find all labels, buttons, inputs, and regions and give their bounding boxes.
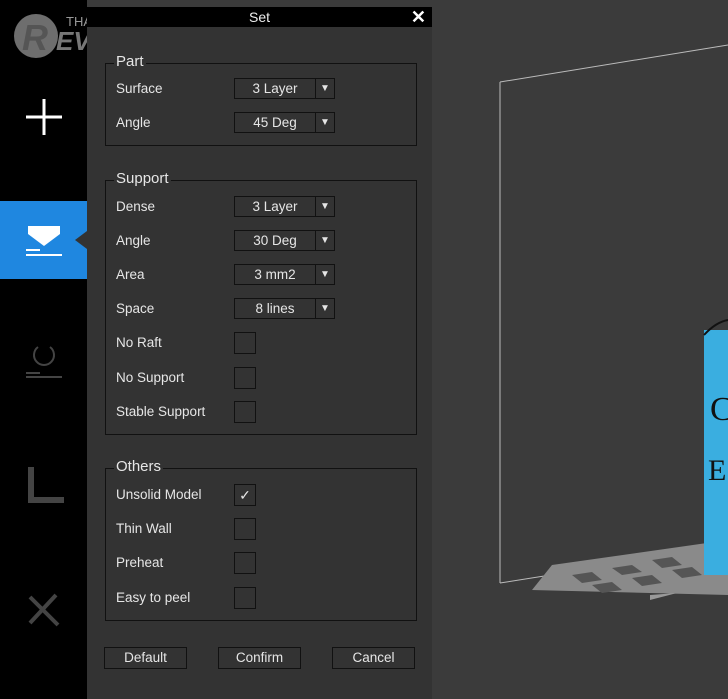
field-label: Angle bbox=[116, 115, 151, 130]
space-select[interactable]: 8 lines ▼ bbox=[234, 298, 335, 319]
tools-button[interactable] bbox=[0, 572, 87, 650]
field-label: Area bbox=[116, 267, 145, 282]
close-icon[interactable]: ✕ bbox=[411, 7, 426, 27]
group-legend: Support bbox=[114, 170, 171, 187]
field-label: Angle bbox=[116, 233, 151, 248]
select-value: 8 lines bbox=[255, 301, 295, 316]
dialog-titlebar: Set ✕ bbox=[87, 7, 432, 27]
field-label: Surface bbox=[116, 81, 163, 96]
group-legend: Part bbox=[114, 53, 146, 70]
select-value: 3 Layer bbox=[252, 199, 298, 214]
plus-icon bbox=[25, 99, 62, 135]
svg-text:C: C bbox=[710, 391, 728, 428]
support-button[interactable] bbox=[0, 201, 87, 279]
tools-icon bbox=[28, 593, 59, 627]
dropdown-arrow-icon[interactable]: ▼ bbox=[315, 197, 334, 216]
svg-text:E: E bbox=[708, 454, 726, 487]
field-label: Easy to peel bbox=[116, 590, 191, 605]
dense-select[interactable]: 3 Layer ▼ bbox=[234, 196, 335, 217]
easy-to-peel-checkbox[interactable] bbox=[234, 586, 256, 609]
dropdown-arrow-icon[interactable]: ▼ bbox=[315, 231, 334, 250]
add-model-button[interactable] bbox=[0, 78, 87, 156]
rotate-icon bbox=[25, 346, 62, 378]
group-legend: Others bbox=[114, 458, 164, 475]
measure-button[interactable] bbox=[0, 446, 87, 524]
select-value: 3 mm2 bbox=[254, 267, 296, 282]
others-group: Others Unsolid Model ✓ Thin Wall Preheat … bbox=[105, 458, 417, 621]
support-angle-select[interactable]: 30 Deg ▼ bbox=[234, 230, 335, 251]
3d-viewport[interactable]: C E bbox=[432, 0, 728, 699]
field-label: Thin Wall bbox=[116, 521, 172, 536]
ruler-icon bbox=[27, 467, 64, 503]
field-label: Dense bbox=[116, 199, 156, 214]
support-group: Support Dense 3 Layer ▼ Angle 30 Deg ▼ Area 3… bbox=[105, 170, 417, 435]
area-select[interactable]: 3 mm2 ▼ bbox=[234, 264, 335, 285]
default-button[interactable]: Default bbox=[104, 647, 187, 669]
field-label: No Support bbox=[116, 370, 185, 385]
part-group: Part Surface 3 Layer ▼ Angle 45 Deg ▼ bbox=[105, 53, 417, 146]
no-raft-checkbox[interactable] bbox=[234, 331, 256, 354]
select-value: 45 Deg bbox=[253, 115, 297, 130]
select-value: 3 Layer bbox=[252, 81, 298, 96]
confirm-button[interactable]: Confirm bbox=[218, 647, 301, 669]
model[interactable] bbox=[704, 330, 728, 575]
sidebar bbox=[0, 0, 87, 699]
field-label: Stable Support bbox=[116, 404, 206, 419]
thin-wall-checkbox[interactable] bbox=[234, 517, 256, 540]
no-support-checkbox[interactable] bbox=[234, 366, 256, 389]
support-icon bbox=[25, 226, 62, 256]
dropdown-arrow-icon[interactable]: ▼ bbox=[315, 299, 334, 318]
surface-select[interactable]: 3 Layer ▼ bbox=[234, 78, 335, 99]
rotate-button[interactable] bbox=[0, 322, 87, 400]
stable-support-checkbox[interactable] bbox=[234, 400, 256, 423]
preheat-checkbox[interactable] bbox=[234, 551, 256, 574]
dropdown-arrow-icon[interactable]: ▼ bbox=[315, 265, 334, 284]
dropdown-arrow-icon[interactable]: ▼ bbox=[315, 113, 334, 132]
svg-text:R: R bbox=[22, 17, 48, 58]
field-label: Unsolid Model bbox=[116, 487, 202, 502]
dialog-title: Set bbox=[248, 9, 270, 25]
settings-dialog: Set ✕ Part Surface 3 Layer ▼ Angle 45 Deg ▼ … bbox=[87, 7, 432, 699]
cancel-button[interactable]: Cancel bbox=[332, 647, 415, 669]
part-angle-select[interactable]: 45 Deg ▼ bbox=[234, 112, 335, 133]
field-label: No Raft bbox=[116, 335, 162, 350]
field-label: Preheat bbox=[116, 555, 164, 570]
dropdown-arrow-icon[interactable]: ▼ bbox=[315, 79, 334, 98]
unsolid-model-checkbox[interactable]: ✓ bbox=[234, 483, 256, 506]
field-label: Space bbox=[116, 301, 155, 316]
select-value: 30 Deg bbox=[253, 233, 297, 248]
